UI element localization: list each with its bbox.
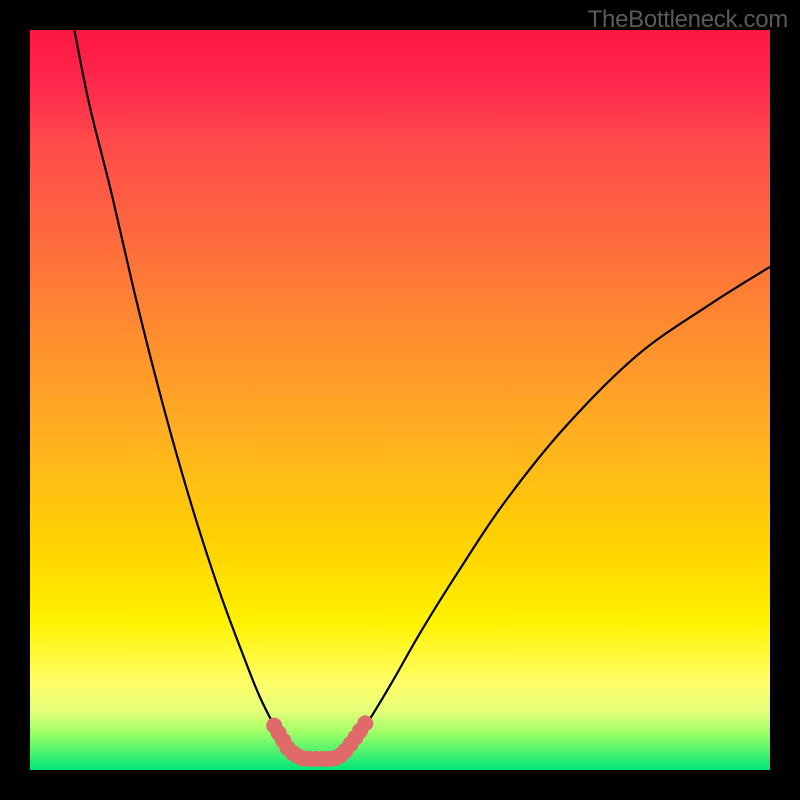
curve-right	[341, 267, 770, 755]
marker-cluster	[266, 715, 373, 767]
curve-layer	[30, 30, 770, 770]
watermark-label: TheBottleneck.com	[588, 6, 788, 34]
plot-area	[30, 30, 770, 770]
marker-dot	[357, 715, 373, 731]
chart-stage: TheBottleneck.com	[0, 0, 800, 800]
curve-left	[74, 30, 296, 755]
